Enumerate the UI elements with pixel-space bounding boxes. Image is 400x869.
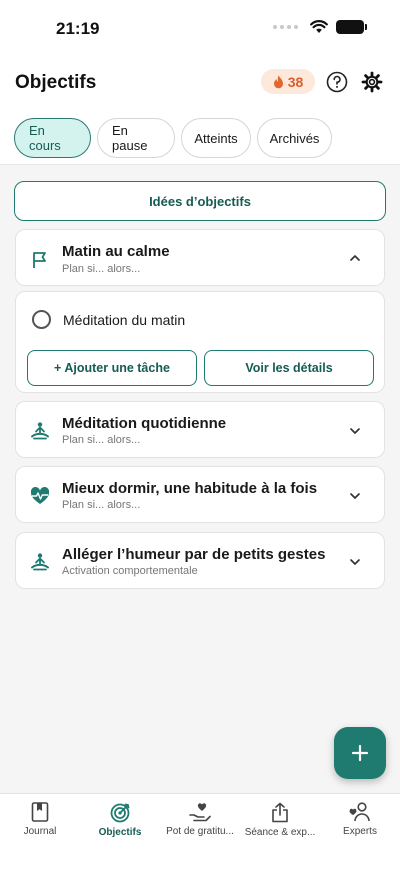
chevron-down-icon[interactable] xyxy=(348,555,362,569)
nav-label: Pot de gratitu... xyxy=(166,826,234,837)
task-checkbox[interactable] xyxy=(32,310,51,329)
signal-icon xyxy=(273,25,298,29)
bottom-nav: Journal Objectifs Pot de gratitu... Séan… xyxy=(0,793,400,869)
wifi-icon xyxy=(310,20,328,33)
goal-card[interactable]: Méditation quotidienne Plan si... alors.… xyxy=(15,401,385,458)
add-goal-button[interactable] xyxy=(334,727,386,779)
heartbeat-icon xyxy=(30,486,50,504)
goal-card[interactable]: Alléger l’humeur par de petits gestes Ac… xyxy=(15,532,385,589)
goal-title: Alléger l’humeur par de petits gestes xyxy=(62,546,326,563)
help-icon[interactable] xyxy=(326,71,348,93)
share-icon xyxy=(272,802,288,823)
nav-gratitude-jar[interactable]: Pot de gratitu... xyxy=(160,794,240,844)
nav-journal[interactable]: Journal xyxy=(0,794,80,844)
goal-card[interactable]: Matin au calme Plan si... alors... xyxy=(15,229,385,286)
nav-label: Séance & exp... xyxy=(244,827,316,838)
gear-icon[interactable] xyxy=(361,71,383,93)
streak-badge[interactable]: 38 xyxy=(261,69,315,94)
nav-label: Objectifs xyxy=(98,827,142,838)
status-icons xyxy=(273,20,367,34)
nav-sessions[interactable]: Séance & exp... xyxy=(240,794,320,844)
goal-expanded-panel: Méditation du matin + Ajouter une tâche … xyxy=(15,291,385,393)
task-label: Méditation du matin xyxy=(63,311,186,328)
meditation-icon xyxy=(31,553,49,571)
target-icon xyxy=(110,803,129,823)
goal-subtitle: Plan si... alors... xyxy=(62,434,141,446)
streak-count: 38 xyxy=(287,73,304,90)
task-row[interactable]: Méditation du matin xyxy=(32,310,185,329)
add-task-button[interactable]: + Ajouter une tâche xyxy=(27,350,197,386)
journal-icon xyxy=(31,802,49,822)
status-bar: 21:19 xyxy=(0,0,400,58)
tab-en-cours[interactable]: En cours xyxy=(14,118,91,158)
chevron-down-icon[interactable] xyxy=(348,424,362,438)
chevron-up-icon[interactable] xyxy=(348,251,362,265)
nav-label: Experts xyxy=(343,826,377,837)
goal-ideas-button[interactable]: Idées d’objectifs xyxy=(14,181,386,221)
header: Objectifs 38 xyxy=(0,60,400,106)
nav-experts[interactable]: Experts xyxy=(320,794,400,844)
page-title: Objectifs xyxy=(15,72,97,93)
tab-atteints[interactable]: Atteints xyxy=(181,118,251,158)
goal-subtitle: Plan si... alors... xyxy=(62,263,141,275)
top-panel: 21:19 Objectifs 38 En cours En pause Att… xyxy=(0,0,400,165)
plus-icon xyxy=(351,744,369,762)
battery-icon xyxy=(336,20,367,34)
experts-icon xyxy=(349,802,370,822)
nav-objectifs[interactable]: Objectifs xyxy=(80,794,160,844)
tab-archives[interactable]: Archivés xyxy=(257,118,332,158)
flag-icon xyxy=(33,252,46,268)
view-details-button[interactable]: Voir les détails xyxy=(204,350,374,386)
tab-en-pause[interactable]: En pause xyxy=(97,118,175,158)
flame-icon xyxy=(273,75,283,88)
goal-title: Matin au calme xyxy=(62,243,170,260)
goal-title: Méditation quotidienne xyxy=(62,415,227,432)
goal-subtitle: Activation comportementale xyxy=(62,565,198,577)
gratitude-jar-icon xyxy=(189,803,211,822)
nav-label: Journal xyxy=(23,826,57,837)
goal-card[interactable]: Mieux dormir, une habitude à la fois Pla… xyxy=(15,466,385,523)
chevron-down-icon[interactable] xyxy=(348,489,362,503)
goal-subtitle: Plan si... alors... xyxy=(62,499,141,511)
meditation-icon xyxy=(31,422,49,440)
goal-title: Mieux dormir, une habitude à la fois xyxy=(62,480,318,497)
status-tabs: En cours En pause Atteints Archivés xyxy=(14,118,332,158)
status-time: 21:19 xyxy=(56,19,100,38)
